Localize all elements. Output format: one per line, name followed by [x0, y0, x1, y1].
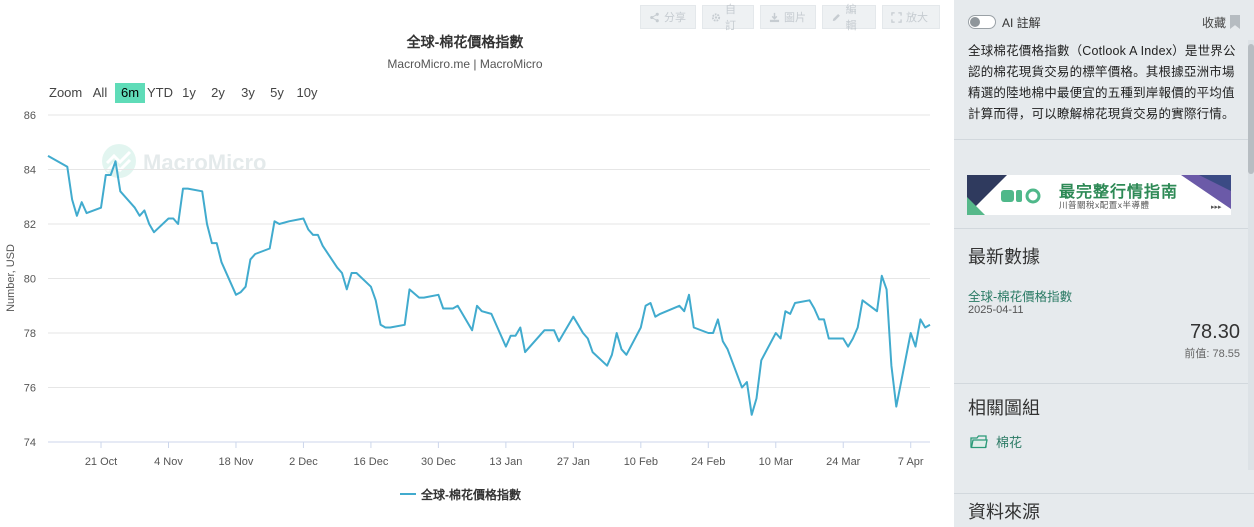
- x-tick-label: 10 Mar: [759, 456, 794, 468]
- previous-value: 前值: 78.55: [1184, 345, 1240, 361]
- x-tick-label: 10 Feb: [624, 456, 658, 468]
- latest-heading: 最新數據: [968, 247, 1040, 267]
- x-tick-label: 30 Dec: [421, 456, 456, 468]
- zoom-option-2y[interactable]: 2y: [211, 85, 225, 100]
- x-tick-label: 16 Dec: [353, 456, 388, 468]
- latest-data-section: 最新數據 全球-棉花價格指數 2025-04-11 78.30 前值: 78.5…: [954, 228, 1254, 384]
- zoom-controls: Zoom All 6m YTD 1y 2y 3y 5y 10y: [49, 83, 318, 103]
- source-heading: 資料來源: [968, 502, 1040, 522]
- legend[interactable]: 全球-棉花價格指數: [400, 487, 521, 502]
- zoom-option-10y[interactable]: 10y: [297, 85, 318, 100]
- sidebar-scrollbar[interactable]: [1248, 40, 1254, 470]
- zoom-option-3y[interactable]: 3y: [241, 85, 255, 100]
- y-tick-label: 74: [24, 437, 36, 449]
- x-tick-label: 4 Nov: [154, 456, 183, 468]
- y-axis: 74 76 78 80 82 84 86: [24, 110, 36, 449]
- info-sidebar: AI 註解 收藏 全球棉花價格指數（Cotlook A Index）是世界公認的…: [954, 0, 1254, 527]
- x-tick-label: 18 Nov: [219, 456, 254, 468]
- previous-number: 78.55: [1212, 348, 1240, 360]
- x-tick-label: 7 Apr: [898, 456, 924, 468]
- promo-banner[interactable]: ▸▸▸ 最完整行情指南 川普關稅x配置x半導體: [967, 175, 1231, 215]
- x-axis: 21 Oct 4 Nov 18 Nov 2 Dec 16 Dec 30 Dec 13 Jan…: [85, 442, 924, 468]
- related-item-cotton[interactable]: 棉花: [970, 432, 1022, 451]
- zoom-option-6m[interactable]: 6m: [121, 85, 139, 100]
- chart-description: 全球棉花價格指數（Cotlook A Index）是世界公認的棉花現貨交易的標竿…: [968, 44, 1236, 121]
- zoom-option-ytd[interactable]: YTD: [147, 85, 173, 100]
- price-line-chart: 全球-棉花價格指數 MacroMicro.me | MacroMicro Zoo…: [5, 34, 931, 502]
- zoom-label: Zoom: [49, 85, 82, 100]
- x-tick-label: 13 Jan: [489, 456, 522, 468]
- legend-label: 全球-棉花價格指數: [420, 487, 521, 502]
- x-tick-label: 27 Jan: [557, 456, 590, 468]
- related-heading: 相關圖組: [968, 398, 1040, 418]
- y-tick-label: 82: [24, 219, 36, 231]
- series-line-cotton-index[interactable]: [47, 155, 931, 416]
- zoom-option-1y[interactable]: 1y: [182, 85, 196, 100]
- x-tick-label: 21 Oct: [85, 456, 117, 468]
- y-tick-label: 80: [24, 274, 36, 286]
- ai-annotation-toggle[interactable]: [968, 15, 996, 29]
- banner-subtitle: 川普關稅x配置x半導體: [1059, 200, 1150, 210]
- previous-label: 前值:: [1184, 348, 1210, 360]
- related-charts-section: 相關圖組 棉花: [954, 383, 1254, 494]
- folder-icon: [970, 434, 988, 448]
- y-tick-label: 86: [24, 110, 36, 122]
- y-tick-label: 78: [24, 328, 36, 340]
- bookmark-icon: [1230, 15, 1240, 29]
- watermark-text: MacroMicro: [143, 150, 266, 175]
- zoom-option-all[interactable]: All: [93, 85, 108, 100]
- y-tick-label: 84: [24, 165, 36, 177]
- zoom-option-5y[interactable]: 5y: [270, 85, 284, 100]
- svg-text:▸▸▸: ▸▸▸: [1211, 204, 1222, 211]
- latest-date: 2025-04-11: [968, 304, 1024, 316]
- x-tick-label: 2 Dec: [289, 456, 318, 468]
- chart-subtitle: MacroMicro.me | MacroMicro: [387, 57, 542, 71]
- chart-panel: 分享 自訂 圖片 編輯 放大 全球-棉花價格指數 MacroMicro.me |…: [0, 0, 954, 527]
- related-item-label: 棉花: [996, 435, 1023, 450]
- favorite-button[interactable]: 收藏: [1202, 14, 1240, 31]
- description-section: AI 註解 收藏 全球棉花價格指數（Cotlook A Index）是世界公認的…: [954, 0, 1254, 140]
- watermark-logo: MacroMicro: [102, 144, 266, 178]
- data-source-section: 資料來源: [954, 493, 1254, 527]
- latest-series-name[interactable]: 全球-棉花價格指數: [968, 286, 1072, 305]
- ai-annotation-label: AI 註解: [1002, 15, 1041, 30]
- x-tick-label: 24 Feb: [691, 456, 725, 468]
- y-axis-label: Number, USD: [5, 244, 17, 312]
- x-tick-label: 24 Mar: [826, 456, 861, 468]
- latest-value: 78.30: [1189, 321, 1240, 343]
- favorite-label: 收藏: [1201, 15, 1226, 30]
- chart-title: 全球-棉花價格指數: [406, 34, 524, 50]
- y-tick-label: 76: [24, 383, 36, 395]
